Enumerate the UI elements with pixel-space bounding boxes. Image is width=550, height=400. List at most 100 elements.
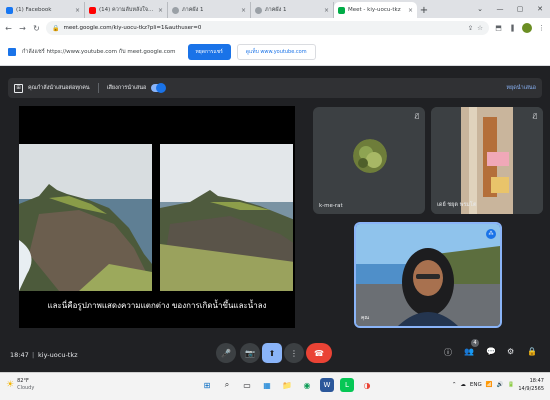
presenting-bar: ⊞ คุณกำลังนำเสนอต่อทุกคน เสียงการนำเสนอ … (8, 78, 542, 98)
omnibox[interactable]: 🔒 meet.google.com/kiy-uocu-tkz?pli=1&aut… (46, 21, 489, 35)
meeting-code: kiy-uocu-tkz (38, 350, 78, 359)
browser-tab-strip: (1) Facebook × (14) ความลับหลังใจคนไทย ×… (0, 0, 550, 18)
youtube-favicon-icon (89, 6, 96, 14)
participant-tile[interactable]: 🎙̸ k-me-rat (313, 107, 425, 214)
low-tide-photo (19, 144, 152, 291)
presentation-audio-toggle[interactable] (151, 83, 167, 93)
lock-icon[interactable]: 🔒 (52, 25, 59, 32)
url-text[interactable]: meet.google.com/kiy-uocu-tkz?pli=1&authu… (63, 25, 463, 31)
edge-browser-icon[interactable]: ◉ (300, 378, 314, 392)
pin-icon[interactable]: ⁂ (486, 229, 496, 239)
camera-button[interactable]: 📷 (240, 343, 260, 363)
tab-search-icon[interactable]: ⌄ (470, 0, 490, 18)
participant-name: k-me-rat (319, 203, 343, 209)
file-explorer-icon[interactable]: 📁 (280, 378, 294, 392)
browser-tab-active[interactable]: Meet - kiy-uocu-tkz × (334, 2, 417, 18)
browser-tab[interactable]: ภาคผัง 1 × (168, 2, 251, 18)
volume-icon[interactable]: 🔊 (497, 382, 504, 388)
more-options-button[interactable]: ⋮ (284, 343, 304, 363)
onedrive-icon[interactable]: ☁ (460, 382, 466, 388)
close-window-icon[interactable]: ✕ (530, 0, 550, 18)
minimize-icon[interactable]: — (490, 0, 510, 18)
switch-tab-button[interactable]: ดูแท็บ www.youtube.com (236, 43, 316, 60)
address-bar: ← → ↻ 🔒 meet.google.com/kiy-uocu-tkz?pli… (0, 18, 550, 38)
meet-call-area: ⊞ คุณกำลังนำเสนอต่อทุกคน เสียงการนำเสนอ … (0, 66, 550, 372)
meeting-info-icon[interactable]: ⓘ (444, 347, 452, 358)
divider (97, 83, 99, 93)
tab-label: ภาคผัง 1 (182, 7, 204, 13)
participant-video (431, 107, 543, 214)
taskbar-apps: ⊞ ⌕ ▭ ▦ 📁 ◉ W L ◑ (200, 378, 374, 392)
call-controls-bar: 18:47 | kiy-uocu-tkz 🎤 📷 ⬆ ⋮ ☎ ⓘ 4 👥 💬 ⚙… (0, 337, 550, 372)
tab-close-icon[interactable]: × (75, 7, 80, 14)
sidepanel-icon[interactable]: ❚ (508, 24, 517, 32)
self-video (356, 224, 500, 326)
present-screen-icon: ⊞ (14, 83, 23, 93)
activities-icon[interactable]: ⚙ (507, 347, 514, 356)
profile-avatar[interactable] (522, 23, 532, 33)
widgets-icon[interactable]: ▦ (260, 378, 274, 392)
tab-close-icon[interactable]: × (408, 7, 413, 14)
facebook-favicon-icon (6, 6, 13, 14)
people-icon[interactable]: 👥 (464, 347, 474, 356)
chrome-icon[interactable]: ◑ (360, 378, 374, 392)
more-vert-icon: ⋮ (290, 348, 298, 358)
chat-icon[interactable]: 💬 (486, 347, 496, 356)
participant-tile[interactable]: 🎙̸ เดย์ ชยุต พรมโต (431, 107, 543, 214)
tab-label: (1) Facebook (16, 7, 52, 13)
browser-tab[interactable]: (14) ความลับหลังใจคนไทย × (85, 2, 168, 18)
back-icon[interactable]: ← (4, 24, 13, 33)
presenting-message: คุณกำลังนำเสนอต่อทุกคน (28, 85, 90, 91)
clock-date: 14/9/2565 (518, 386, 544, 392)
reload-icon[interactable]: ↻ (32, 24, 41, 33)
microphone-button[interactable]: 🎤 (216, 343, 236, 363)
bookmark-star-icon[interactable]: ☆ (477, 24, 483, 32)
maximize-icon[interactable]: ▢ (510, 0, 530, 18)
system-clock[interactable]: 18:47 14/9/2565 (518, 377, 544, 393)
host-controls-icon[interactable]: 🔒 (527, 347, 537, 356)
video-caption: และนี่คือรูปภาพแสดงความแตกต่าง ของการเกิ… (47, 301, 267, 310)
tab-label: ภาคผัง 1 (265, 7, 287, 13)
share-notification-bar: กำลังแชร์ https://www.youtube.com กับ me… (0, 38, 550, 66)
tab-close-icon[interactable]: × (241, 7, 246, 14)
end-call-icon: ☎ (314, 348, 324, 358)
tab-close-icon[interactable]: × (324, 7, 329, 14)
stop-sharing-button[interactable]: หยุดการแชร์ (187, 43, 231, 60)
browser-tab[interactable]: ภาคผัง 1 × (251, 2, 334, 18)
forward-icon[interactable]: → (18, 24, 27, 33)
battery-icon[interactable]: 🔋 (508, 382, 515, 388)
microphone-icon: 🎤 (221, 348, 231, 358)
tab-label: (14) ความลับหลังใจคนไทย (99, 7, 155, 13)
weather-widget[interactable]: ☀ 82°F Cloudy (6, 378, 34, 392)
line-icon[interactable]: L (340, 378, 354, 392)
browser-tab[interactable]: (1) Facebook × (2, 2, 85, 18)
leave-call-button[interactable]: ☎ (306, 343, 332, 363)
input-language-indicator[interactable]: ENG (470, 382, 482, 388)
wifi-icon[interactable]: 📶 (486, 382, 493, 388)
camera-icon: 📷 (245, 348, 255, 358)
high-tide-photo (160, 144, 293, 291)
word-icon[interactable]: W (320, 378, 334, 392)
show-hidden-icons-icon[interactable]: ⌃ (452, 382, 457, 388)
tab-close-icon[interactable]: × (158, 7, 163, 14)
new-tab-button[interactable]: + (417, 2, 431, 18)
globe-favicon-icon (255, 6, 262, 14)
weather-description: Cloudy (17, 385, 35, 391)
share-page-icon[interactable]: ⇪ (468, 24, 473, 32)
extensions-icon[interactable]: ⬒ (494, 24, 503, 32)
stop-presenting-button[interactable]: หยุดนำเสนอ (506, 84, 536, 92)
self-video-tile[interactable]: ⁂ คุณ (354, 222, 502, 328)
window-controls: ⌄ — ▢ ✕ (470, 0, 550, 18)
clock-time: 18:47 (529, 378, 544, 384)
task-view-icon[interactable]: ▭ (240, 378, 254, 392)
tab-label: Meet - kiy-uocu-tkz (348, 7, 401, 13)
search-icon[interactable]: ⌕ (220, 378, 234, 392)
self-tile-label: คุณ (361, 315, 369, 321)
windows-taskbar: ☀ 82°F Cloudy ⊞ ⌕ ▭ ▦ 📁 ◉ W L ◑ ⌃ ☁ ENG … (0, 372, 550, 400)
participant-avatar (353, 139, 387, 173)
start-icon[interactable]: ⊞ (200, 378, 214, 392)
globe-favicon-icon (172, 6, 179, 14)
present-now-button[interactable]: ⬆ (262, 343, 282, 363)
chrome-menu-icon[interactable]: ⋮ (537, 24, 546, 32)
weather-temperature: 82°F (17, 378, 29, 384)
